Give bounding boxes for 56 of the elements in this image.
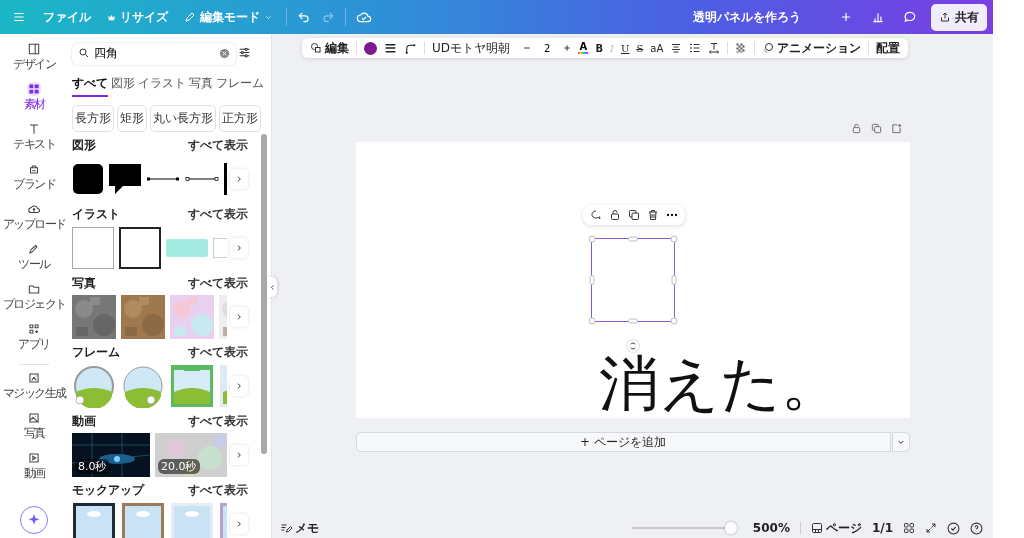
- design-page[interactable]: 消えた。: [355, 142, 910, 418]
- suggestion-chip[interactable]: 長方形: [72, 105, 114, 132]
- duration-badge: 20.0秒: [158, 459, 200, 474]
- edit-button[interactable]: 編集: [310, 39, 349, 57]
- rail-item[interactable]: 動画: [2, 451, 66, 488]
- rail-item[interactable]: ツール: [2, 242, 66, 279]
- rail-item[interactable]: 素材: [2, 82, 66, 119]
- font-selector[interactable]: UDモトヤ明朝: [432, 39, 516, 57]
- see-all-link[interactable]: すべて表示: [188, 275, 248, 292]
- rail-item[interactable]: マジック生成: [2, 371, 66, 408]
- pages-button[interactable]: ページ: [810, 519, 862, 537]
- see-all-link[interactable]: すべて表示: [188, 344, 248, 361]
- rail-item[interactable]: ブランド: [2, 162, 66, 199]
- category-tab[interactable]: 写真: [189, 72, 213, 97]
- add-page-button[interactable]: + ページを追加: [355, 432, 891, 452]
- rail-item[interactable]: プロジェクト: [2, 282, 66, 319]
- category-tab[interactable]: イラスト: [138, 72, 186, 97]
- text-color-button[interactable]: A: [578, 42, 589, 54]
- section-title: モックアップ: [72, 482, 144, 499]
- format-button[interactable]: aA: [650, 42, 664, 54]
- duration-badge: 8.0秒: [75, 459, 110, 474]
- animation-button[interactable]: アニメーション: [762, 39, 862, 57]
- video-thumbnail[interactable]: 8.0秒: [72, 433, 150, 477]
- rail-item[interactable]: アプリ: [2, 322, 66, 359]
- notes-button[interactable]: メモ: [280, 519, 319, 537]
- video-thumbnail[interactable]: 20.0秒: [155, 433, 227, 477]
- format-button[interactable]: S: [636, 42, 644, 54]
- category-tab[interactable]: 図形: [111, 72, 135, 97]
- share-button[interactable]: 共有: [931, 3, 987, 31]
- see-all-link[interactable]: すべて表示: [188, 413, 248, 430]
- rail-item[interactable]: デザイン: [2, 42, 66, 79]
- search-field[interactable]: 四角: [72, 42, 236, 65]
- rail-item[interactable]: アップロード: [2, 202, 66, 239]
- suggestion-chip[interactable]: 矩形: [117, 105, 147, 132]
- category-tab[interactable]: フレーム: [216, 72, 264, 97]
- format-button[interactable]: U: [620, 42, 630, 54]
- rail-item[interactable]: テキスト: [2, 122, 66, 159]
- see-all-link[interactable]: すべて表示: [188, 137, 248, 154]
- section-title: 写真: [72, 275, 96, 292]
- zoom-reading[interactable]: 500%: [752, 521, 790, 535]
- design-title[interactable]: 透明パネルを作ろう: [693, 8, 801, 26]
- category-tab[interactable]: すべて: [72, 72, 108, 97]
- see-all-link[interactable]: すべて表示: [188, 482, 248, 499]
- format-button[interactable]: B: [595, 42, 603, 54]
- page-count: 1/1: [871, 521, 893, 535]
- font-size-field[interactable]: 2: [538, 42, 557, 54]
- section-title: フレーム: [72, 344, 120, 361]
- rail-item[interactable]: 写真: [2, 411, 66, 448]
- section-title: 図形: [72, 137, 96, 154]
- position-button[interactable]: 配置: [876, 39, 901, 57]
- canvas-text[interactable]: 消えた。: [598, 350, 841, 416]
- section-title: 動画: [72, 413, 96, 430]
- see-all-link[interactable]: すべて表示: [188, 206, 248, 223]
- section-title: イラスト: [72, 206, 120, 223]
- suggestion-chip[interactable]: 丸い長方形: [150, 105, 216, 132]
- suggestion-chip[interactable]: 正方形: [219, 105, 261, 132]
